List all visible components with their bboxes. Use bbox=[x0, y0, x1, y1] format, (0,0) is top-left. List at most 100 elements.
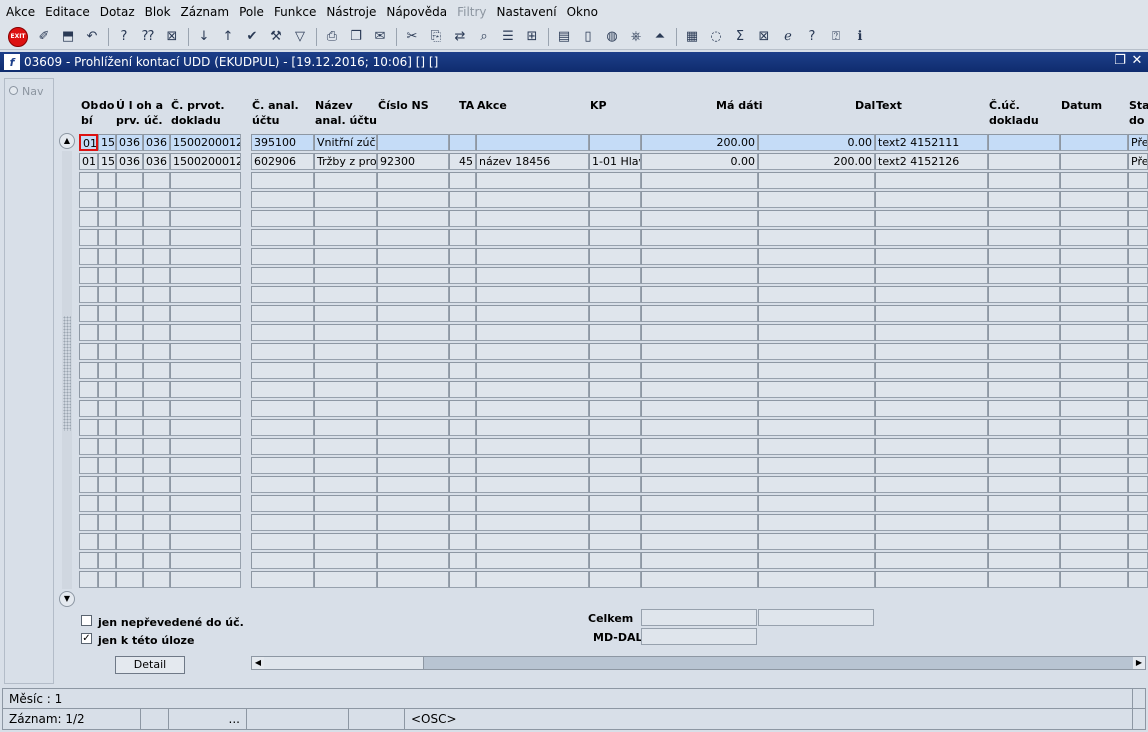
table-cell[interactable]: 1-01 Hlav bbox=[589, 153, 641, 170]
list-icon[interactable]: ☰ bbox=[498, 27, 518, 47]
scroll-left-icon[interactable]: ◀ bbox=[252, 657, 264, 669]
table-cell[interactable] bbox=[143, 305, 170, 322]
tree-icon[interactable]: ⊞ bbox=[522, 27, 542, 47]
table-cell[interactable] bbox=[377, 438, 449, 455]
table-cell[interactable] bbox=[251, 248, 314, 265]
table-cell[interactable] bbox=[98, 419, 116, 436]
table-cell[interactable] bbox=[758, 229, 875, 246]
table-cell[interactable] bbox=[377, 495, 449, 512]
table-cell[interactable] bbox=[143, 533, 170, 550]
menu-item-2[interactable]: Dotaz bbox=[100, 5, 135, 19]
column-header-2[interactable]: Ú l o prv. bbox=[116, 98, 144, 128]
table-cell[interactable] bbox=[875, 172, 988, 189]
table-cell[interactable] bbox=[251, 362, 314, 379]
table-cell[interactable] bbox=[758, 248, 875, 265]
table-cell[interactable] bbox=[589, 305, 641, 322]
table-cell[interactable] bbox=[875, 286, 988, 303]
menu-item-5[interactable]: Pole bbox=[239, 5, 264, 19]
table-cell[interactable] bbox=[476, 229, 589, 246]
table-cell[interactable] bbox=[1060, 476, 1128, 493]
table-cell[interactable] bbox=[1128, 571, 1148, 588]
table-cell[interactable] bbox=[143, 248, 170, 265]
table-cell[interactable] bbox=[476, 191, 589, 208]
table-cell[interactable] bbox=[1060, 172, 1128, 189]
document-icon[interactable]: ▯ bbox=[578, 27, 598, 47]
table-cell[interactable] bbox=[251, 343, 314, 360]
table-cell[interactable] bbox=[758, 343, 875, 360]
table-cell[interactable] bbox=[251, 419, 314, 436]
table-cell[interactable] bbox=[377, 400, 449, 417]
table-cell[interactable] bbox=[988, 324, 1060, 341]
table-cell[interactable] bbox=[988, 438, 1060, 455]
table-cell[interactable] bbox=[988, 457, 1060, 474]
table-cell[interactable] bbox=[476, 286, 589, 303]
table-cell[interactable] bbox=[476, 533, 589, 550]
table-cell[interactable] bbox=[988, 191, 1060, 208]
table-cell[interactable] bbox=[251, 267, 314, 284]
table-cell[interactable]: text2 4152126 bbox=[875, 153, 988, 170]
table-cell[interactable] bbox=[476, 362, 589, 379]
detail-button[interactable]: Detail bbox=[115, 656, 185, 674]
table-cell[interactable] bbox=[758, 362, 875, 379]
table-cell[interactable] bbox=[377, 134, 449, 151]
table-cell[interactable] bbox=[1060, 210, 1128, 227]
table-cell[interactable] bbox=[1128, 248, 1148, 265]
table-cell[interactable] bbox=[476, 495, 589, 512]
table-cell[interactable] bbox=[79, 210, 98, 227]
table-cell[interactable] bbox=[988, 381, 1060, 398]
table-cell[interactable] bbox=[143, 343, 170, 360]
table-cell[interactable]: 0.00 bbox=[758, 134, 875, 151]
table-cell[interactable] bbox=[377, 324, 449, 341]
table-cell[interactable] bbox=[116, 191, 143, 208]
table-cell[interactable] bbox=[988, 514, 1060, 531]
table-cell[interactable] bbox=[79, 419, 98, 436]
table-cell[interactable] bbox=[589, 210, 641, 227]
table-cell[interactable] bbox=[170, 229, 241, 246]
table-cell[interactable] bbox=[988, 172, 1060, 189]
table-cell[interactable] bbox=[875, 476, 988, 493]
table-cell[interactable] bbox=[988, 248, 1060, 265]
table-cell[interactable] bbox=[589, 552, 641, 569]
table-cell[interactable] bbox=[98, 438, 116, 455]
table-cell[interactable] bbox=[116, 248, 143, 265]
table-cell[interactable] bbox=[1060, 134, 1128, 151]
menu-item-11[interactable]: Okno bbox=[567, 5, 598, 19]
table-cell[interactable] bbox=[476, 571, 589, 588]
column-header-8[interactable]: TA bbox=[459, 98, 474, 113]
table-cell[interactable] bbox=[641, 533, 758, 550]
table-cell[interactable] bbox=[476, 134, 589, 151]
table-cell[interactable] bbox=[1128, 495, 1148, 512]
table-cell[interactable] bbox=[1060, 267, 1128, 284]
disc-icon[interactable]: ◌ bbox=[706, 27, 726, 47]
scroll-down-icon[interactable]: ▼ bbox=[59, 591, 75, 607]
table-cell[interactable] bbox=[251, 571, 314, 588]
table-cell[interactable] bbox=[314, 324, 377, 341]
table-cell[interactable] bbox=[1060, 286, 1128, 303]
table-cell[interactable] bbox=[116, 400, 143, 417]
table-cell[interactable] bbox=[449, 419, 476, 436]
info-icon[interactable]: ℹ bbox=[850, 27, 870, 47]
table-cell[interactable] bbox=[377, 305, 449, 322]
table-cell[interactable] bbox=[641, 210, 758, 227]
table-cell[interactable] bbox=[449, 533, 476, 550]
table-cell[interactable]: Pře bbox=[1128, 153, 1148, 170]
table-cell[interactable] bbox=[1060, 248, 1128, 265]
table-cell[interactable] bbox=[251, 381, 314, 398]
table-cell[interactable] bbox=[143, 191, 170, 208]
globe-icon[interactable]: ◍ bbox=[602, 27, 622, 47]
table-cell[interactable] bbox=[116, 229, 143, 246]
copy-icon[interactable]: ❐ bbox=[346, 27, 366, 47]
table-cell[interactable] bbox=[1060, 343, 1128, 360]
table-cell[interactable] bbox=[251, 476, 314, 493]
save-record-icon[interactable]: ⬒ bbox=[58, 27, 78, 47]
table-cell[interactable] bbox=[79, 457, 98, 474]
table-cell[interactable] bbox=[377, 172, 449, 189]
table-cell[interactable] bbox=[988, 229, 1060, 246]
table-cell[interactable] bbox=[170, 381, 241, 398]
table-cell[interactable] bbox=[314, 305, 377, 322]
table-cell[interactable] bbox=[1060, 324, 1128, 341]
table-cell[interactable] bbox=[589, 172, 641, 189]
table-cell[interactable] bbox=[988, 552, 1060, 569]
table-cell[interactable] bbox=[377, 533, 449, 550]
table-cell[interactable] bbox=[875, 267, 988, 284]
